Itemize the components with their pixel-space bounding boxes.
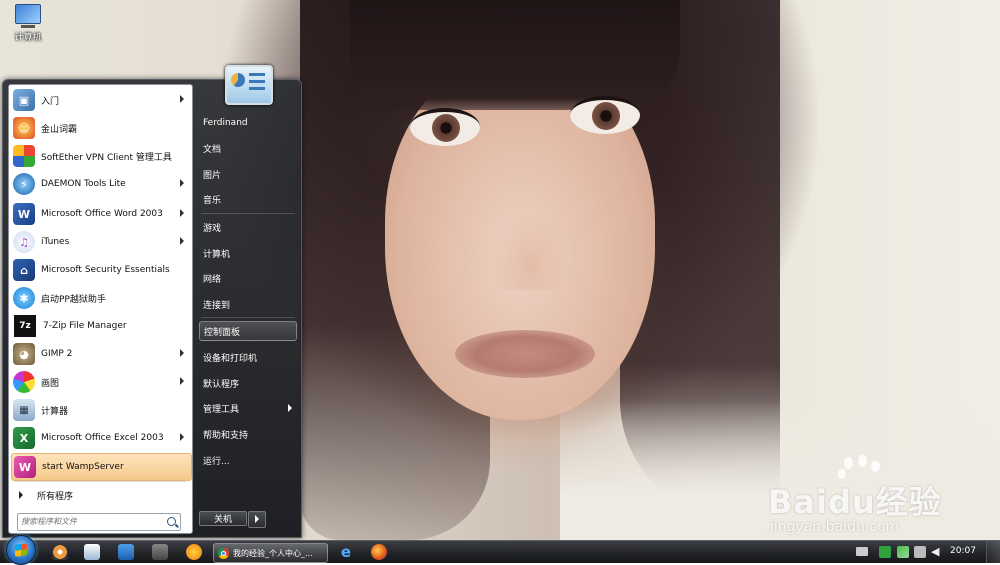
program-item-security-essentials[interactable]: ⌂ Microsoft Security Essentials [11, 257, 190, 283]
right-item-run[interactable]: 运行... [199, 450, 297, 470]
program-item-7zip[interactable]: 7z 7-Zip File Manager [11, 313, 190, 339]
taskbar-app-icon-1[interactable] [52, 544, 68, 560]
right-item-documents[interactable]: 文档 [199, 138, 297, 158]
show-desktop-button[interactable] [986, 541, 1000, 563]
itunes-icon: ♫ [13, 231, 35, 253]
windows-logo-icon [15, 543, 27, 557]
start-menu-programs-pane: ▣ 入门 ☺ 金山词霸 SoftEther VPN Client 管理工具 ⚡ … [8, 84, 193, 534]
start-search-input[interactable] [21, 515, 161, 528]
wallpaper-eye-left [410, 108, 480, 146]
right-item-games[interactable]: 游戏 [199, 217, 297, 237]
right-item-devices-printers[interactable]: 设备和打印机 [199, 347, 297, 367]
baidu-watermark: Baidu经验 jingyan.baidu.com [768, 455, 1000, 540]
security-tray-icon[interactable] [879, 546, 891, 558]
firefox-icon[interactable] [371, 544, 387, 560]
wallpaper-bangs [350, 0, 680, 110]
tray-app-icon[interactable] [897, 546, 909, 558]
wampserver-icon: W [14, 456, 36, 478]
right-item-computer[interactable]: 计算机 [199, 243, 297, 263]
security-essentials-icon: ⌂ [13, 259, 35, 281]
program-item-kingsoft-dict[interactable]: ☺ 金山词霸 [11, 115, 190, 141]
taskbar-shield-icon[interactable] [118, 544, 134, 560]
excel-icon: X [13, 427, 35, 449]
getting-started-icon: ▣ [13, 89, 35, 111]
submenu-arrow-icon [180, 349, 184, 357]
submenu-arrow-icon [180, 179, 184, 187]
computer-icon [15, 4, 41, 24]
wallpaper-eye-right [570, 96, 640, 134]
program-item-excel-2003[interactable]: X Microsoft Office Excel 2003 [11, 425, 190, 451]
daemon-tools-icon: ⚡ [13, 173, 35, 195]
program-item-calculator[interactable]: ▦ 计算器 [11, 397, 190, 423]
control-panel-gauge-icon [231, 73, 245, 87]
right-item-help-support[interactable]: 帮助和支持 [199, 424, 297, 444]
start-search-box[interactable] [17, 513, 181, 531]
chrome-icon [218, 547, 229, 559]
desktop-computer-shortcut[interactable]: 计算机 [8, 4, 48, 43]
program-item-paint[interactable]: 画图 [11, 369, 190, 395]
right-item-connect-to[interactable]: 连接到 [199, 294, 297, 314]
network-icon[interactable] [914, 546, 926, 558]
taskbar-clock[interactable]: 20:07 [950, 546, 976, 556]
taskbar-chrome-window[interactable]: 我的经验_个人中心_... [213, 543, 328, 563]
program-item-getting-started[interactable]: ▣ 入门 [11, 87, 190, 113]
shutdown-options-button[interactable] [248, 511, 266, 528]
start-button[interactable] [6, 535, 36, 565]
watermark-url: jingyan.baidu.com [770, 519, 900, 535]
wallpaper-nose [490, 210, 570, 290]
all-programs-button[interactable]: 所有程序 [15, 485, 186, 505]
program-item-gimp[interactable]: ◕ GIMP 2 [11, 341, 190, 367]
program-item-itunes[interactable]: ♫ iTunes [11, 229, 190, 255]
wallpaper-lips [455, 330, 595, 378]
right-item-music[interactable]: 音乐 [199, 189, 297, 209]
gimp-icon: ◕ [13, 343, 35, 365]
user-picture[interactable] [225, 65, 273, 105]
shutdown-button[interactable]: 关机 [199, 511, 247, 526]
paint-palette-icon [13, 371, 35, 393]
submenu-arrow-icon [180, 377, 184, 385]
submenu-arrow-icon [180, 237, 184, 245]
taskbar-terminal-icon[interactable] [152, 544, 168, 560]
start-menu: ▣ 入门 ☺ 金山词霸 SoftEther VPN Client 管理工具 ⚡ … [2, 65, 302, 538]
program-item-pp-jailbreak[interactable]: ✱ 启动PP越狱助手 [11, 285, 190, 311]
taskbar-media-player-icon[interactable] [186, 544, 202, 560]
right-item-pictures[interactable]: 图片 [199, 164, 297, 184]
programs-separator [15, 481, 186, 482]
volume-icon[interactable]: ◀ [931, 546, 943, 558]
softether-vpn-icon [13, 145, 35, 167]
7zip-icon: 7z [13, 314, 37, 338]
submenu-arrow-icon [180, 209, 184, 217]
taskbar-document-icon[interactable] [84, 544, 100, 560]
submenu-arrow-icon [180, 95, 184, 103]
right-item-default-programs[interactable]: 默认程序 [199, 373, 297, 393]
program-item-wampserver[interactable]: W start WampServer [11, 453, 192, 481]
calculator-icon: ▦ [13, 399, 35, 421]
submenu-arrow-icon [288, 404, 292, 412]
keyboard-icon[interactable] [856, 547, 868, 556]
right-item-control-panel[interactable]: 控制面板 [199, 321, 297, 341]
search-icon[interactable] [167, 517, 176, 526]
desktop-computer-label: 计算机 [14, 33, 42, 43]
right-item-admin-tools[interactable]: 管理工具 [199, 398, 297, 418]
program-item-daemon-tools[interactable]: ⚡ DAEMON Tools Lite [11, 171, 190, 197]
all-programs-arrow-icon [19, 491, 23, 499]
word-icon: W [13, 203, 35, 225]
watermark-brand: Baidu经验 [768, 483, 942, 521]
ie-icon[interactable]: e [338, 544, 354, 560]
taskbar: 我的经验_个人中心_... e ◀ 20:07 [0, 535, 1000, 565]
pp-jailbreak-icon: ✱ [13, 287, 35, 309]
right-item-network[interactable]: 网络 [199, 268, 297, 288]
kingsoft-dict-icon: ☺ [13, 117, 35, 139]
program-item-word-2003[interactable]: W Microsoft Office Word 2003 [11, 201, 190, 227]
submenu-arrow-icon [180, 433, 184, 441]
program-item-softether-vpn[interactable]: SoftEther VPN Client 管理工具 [11, 143, 190, 169]
right-item-user-folder[interactable]: Ferdinand [199, 113, 297, 133]
